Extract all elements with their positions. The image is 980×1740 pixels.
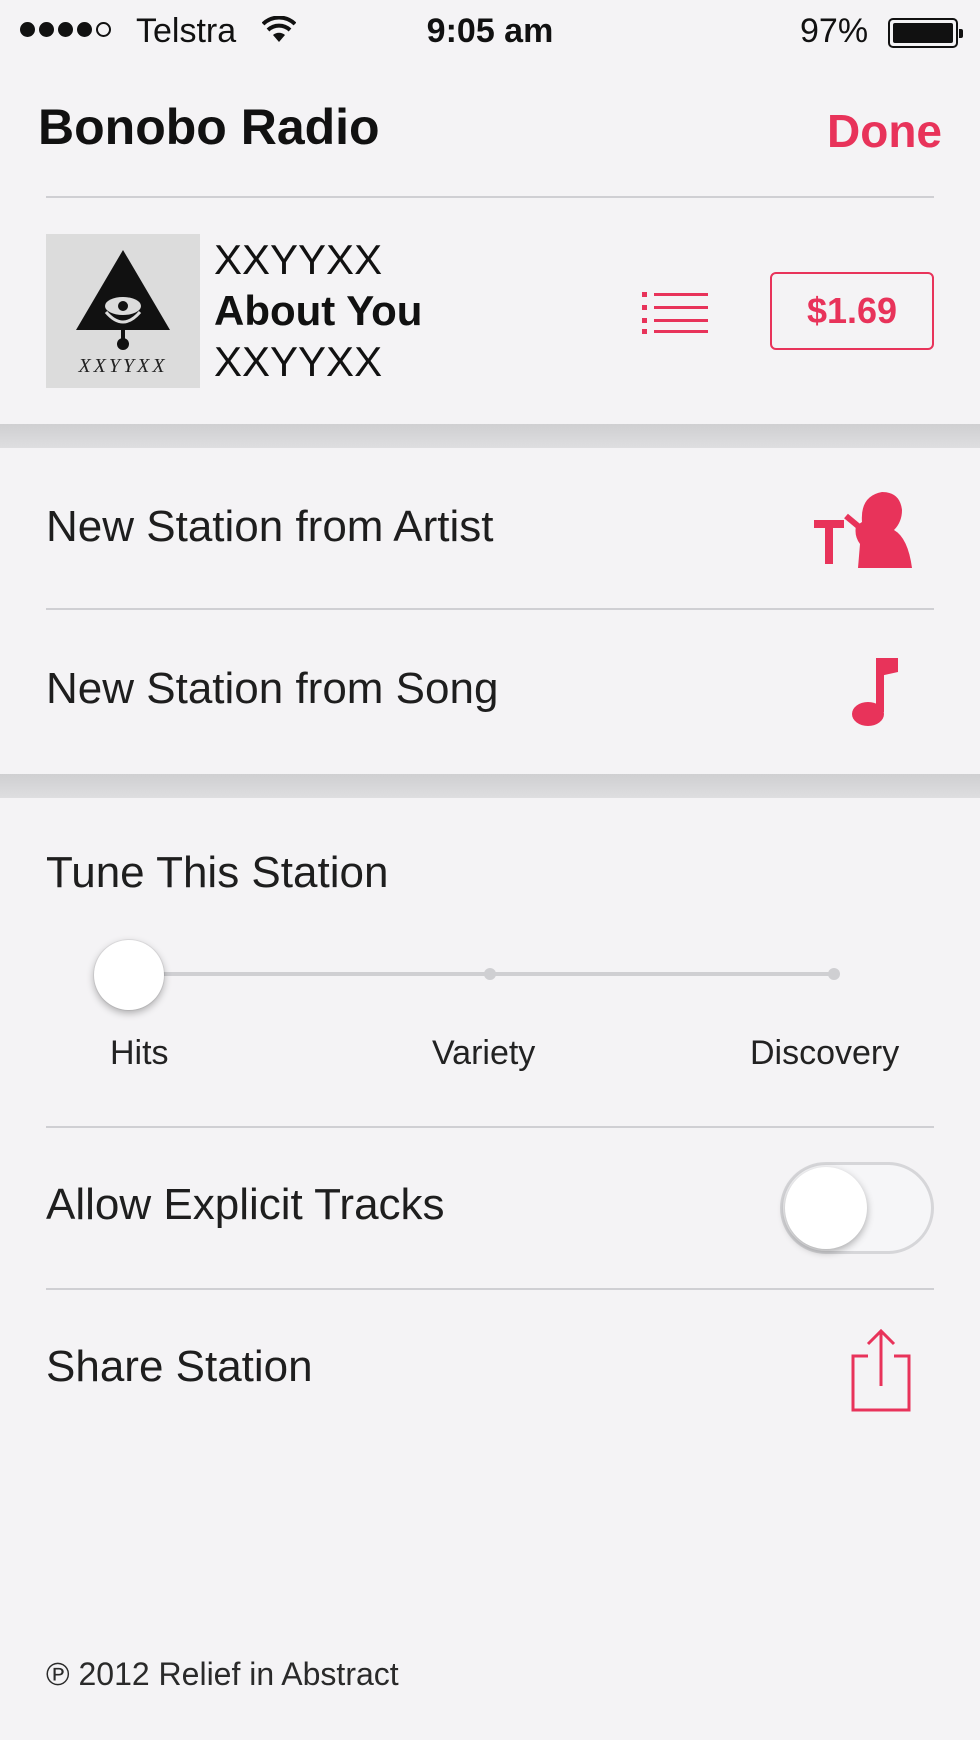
tune-slider-knob[interactable] bbox=[94, 940, 164, 1010]
new-station-from-artist-row[interactable]: New Station from Artist bbox=[0, 448, 980, 608]
allow-explicit-label: Allow Explicit Tracks bbox=[46, 1180, 445, 1229]
status-bar: Telstra 9:05 am 97% bbox=[0, 0, 980, 62]
slider-label-hits[interactable]: Hits bbox=[110, 1034, 169, 1073]
track-list-icon[interactable] bbox=[640, 290, 710, 334]
music-note-icon bbox=[852, 658, 898, 726]
toggle-knob bbox=[785, 1167, 867, 1249]
nav-header: Bonobo Radio Done bbox=[0, 90, 980, 170]
artist-name: XXYYXX bbox=[214, 236, 383, 283]
buy-price-button[interactable]: $1.69 bbox=[770, 272, 934, 350]
slider-tick-discovery bbox=[828, 968, 840, 980]
radio-station-screen: Telstra 9:05 am 97% Bonobo Radio Done XX… bbox=[0, 0, 980, 1740]
artist-microphone-icon bbox=[814, 492, 912, 568]
share-icon bbox=[851, 1328, 911, 1412]
divider bbox=[46, 196, 934, 198]
album-name: XXYYXX bbox=[214, 338, 383, 385]
tune-station-title: Tune This Station bbox=[46, 848, 389, 897]
slider-label-discovery[interactable]: Discovery bbox=[750, 1034, 899, 1073]
new-station-from-song-row[interactable]: New Station from Song bbox=[0, 610, 980, 770]
done-button[interactable]: Done bbox=[827, 104, 942, 158]
battery-icon bbox=[888, 18, 963, 48]
allow-explicit-toggle[interactable] bbox=[780, 1162, 934, 1254]
copyright-text: ℗ 2012 Relief in Abstract bbox=[46, 1656, 399, 1692]
song-title: About You bbox=[214, 287, 423, 334]
album-art-caption: XXYYXX bbox=[78, 355, 168, 377]
album-art[interactable]: XXYYXX bbox=[46, 234, 200, 388]
share-station-label: Share Station bbox=[46, 1342, 313, 1391]
slider-tick-variety bbox=[484, 968, 496, 980]
section-separator bbox=[0, 774, 980, 798]
new-station-from-artist-label: New Station from Artist bbox=[46, 502, 494, 551]
battery-percentage: 97% bbox=[800, 12, 869, 50]
slider-label-variety[interactable]: Variety bbox=[432, 1034, 535, 1073]
new-station-from-song-label: New Station from Song bbox=[46, 664, 499, 713]
tune-slider-track[interactable] bbox=[128, 972, 836, 976]
share-station-row[interactable]: Share Station bbox=[0, 1290, 980, 1450]
page-title: Bonobo Radio bbox=[38, 99, 380, 155]
track-info: XXYYXX About You XXYYXX bbox=[214, 234, 422, 387]
section-separator bbox=[0, 424, 980, 448]
divider bbox=[46, 1126, 934, 1128]
